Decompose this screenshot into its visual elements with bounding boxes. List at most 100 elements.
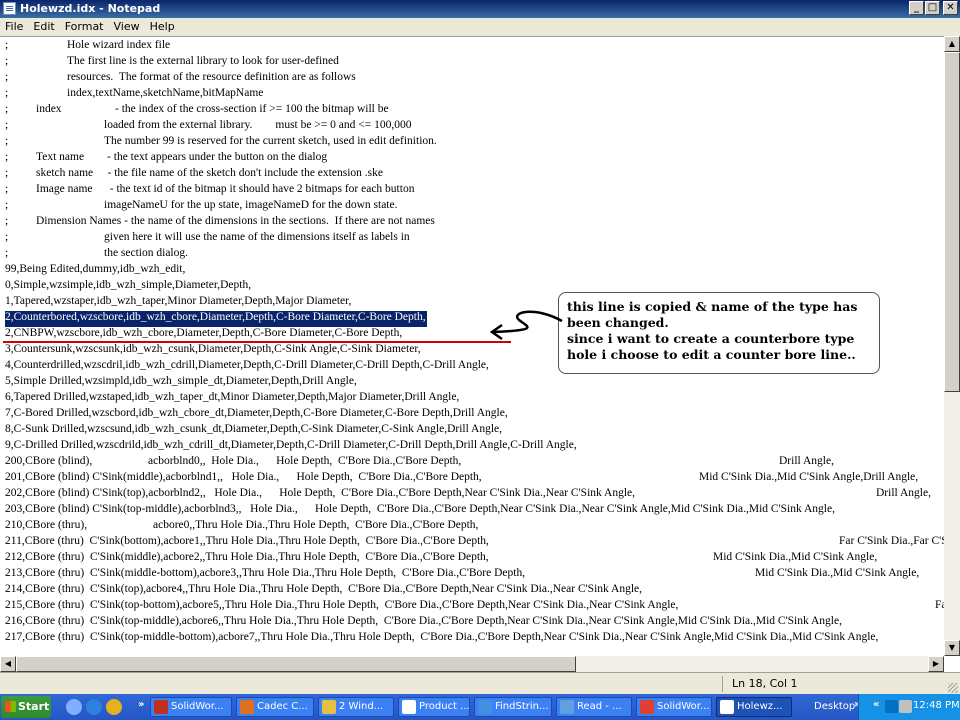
annotation-line: hole i choose to edit a counter bore lin… bbox=[567, 347, 856, 362]
scroll-right-button[interactable]: ▶ bbox=[928, 656, 944, 672]
scroll-up-button[interactable]: ▲ bbox=[944, 36, 960, 52]
text-segment: ; bbox=[5, 71, 9, 83]
start-button[interactable]: Start bbox=[1, 696, 51, 718]
taskbar-button[interactable]: SolidWor... bbox=[636, 697, 712, 717]
app-icon bbox=[560, 700, 574, 714]
text-segment: ; bbox=[5, 55, 9, 67]
text-segment: ; bbox=[5, 231, 9, 243]
text-segment: 201,CBore (blind) C'Sink(middle),acborbl… bbox=[5, 471, 482, 483]
text-segment: the section dialog. bbox=[104, 247, 188, 259]
text-segment: Image name - the text id of the bitmap i… bbox=[36, 183, 415, 195]
minimize-button[interactable]: _ bbox=[909, 1, 924, 15]
menu-bar: File Edit Format View Help bbox=[0, 18, 960, 36]
text-segment: 215,CBore (thru) C'Sink(top-bottom),acbo… bbox=[5, 599, 679, 611]
app-icon bbox=[322, 700, 336, 714]
app-icon bbox=[402, 700, 416, 714]
taskbar-button-label: FindStrin... bbox=[495, 701, 549, 712]
tray-network-icon[interactable] bbox=[885, 700, 898, 713]
notepad-icon[interactable] bbox=[3, 2, 16, 15]
text-segment: Mid C'Sink Dia.,Mid C'Sink Angle, bbox=[755, 567, 920, 579]
menu-file[interactable]: File bbox=[0, 18, 28, 36]
text-line: ; Dimension Names - the name of the dimen… bbox=[5, 215, 436, 231]
cursor-position: Ln 18, Col 1 bbox=[732, 677, 798, 690]
taskbar: Start » SolidWor... Cadec C... 2 Wind... Pr… bbox=[0, 694, 960, 720]
text-segment: ; bbox=[5, 135, 9, 147]
text-line: 202,CBore (blind) C'Sink(top),acborblnd2… bbox=[5, 487, 932, 503]
tray-expand-icon[interactable]: « bbox=[873, 699, 879, 710]
taskbar-button[interactable]: Cadec C... bbox=[236, 697, 314, 717]
menu-help[interactable]: Help bbox=[145, 18, 180, 36]
text-line: 4,Counterdrilled,wzscdril,idb_wzh_cdrill… bbox=[5, 359, 490, 375]
scroll-down-button[interactable]: ▼ bbox=[944, 640, 960, 656]
menu-format[interactable]: Format bbox=[60, 18, 109, 36]
taskbar-button[interactable]: Read - ... bbox=[556, 697, 632, 717]
resize-grip[interactable] bbox=[948, 683, 958, 693]
text-line: 9,C-Drilled Drilled,wzscdrild,idb_wzh_cd… bbox=[5, 439, 578, 455]
status-bar: Ln 18, Col 1 bbox=[0, 672, 960, 695]
window-controls: _ □ ✕ bbox=[909, 1, 958, 15]
taskbar-button[interactable]: Product ... bbox=[398, 697, 470, 717]
quicklaunch-chevron-icon[interactable]: » bbox=[138, 699, 144, 710]
text-segment: Drill Angle, bbox=[779, 455, 834, 467]
text-line: 5,Simple Drilled,wzsimpld,idb_wzh_simple… bbox=[5, 375, 358, 391]
taskbar-button-label: 2 Wind... bbox=[339, 701, 384, 712]
tray-volume-icon[interactable] bbox=[899, 700, 912, 713]
text-segment: 213,CBore (thru) C'Sink(middle-bottom),a… bbox=[5, 567, 526, 579]
text-segment: 212,CBore (thru) C'Sink(middle),acbore2,… bbox=[5, 551, 489, 563]
text-segment: The number 99 is reserved for the curren… bbox=[104, 135, 437, 147]
horizontal-scrollbar[interactable]: ◀ ▶ bbox=[0, 656, 944, 672]
annotation-callout: this line is copied & name of the type h… bbox=[558, 292, 880, 374]
text-line: 1,Tapered,wzstaper,idb_wzh_taper,Minor D… bbox=[5, 295, 352, 311]
title-bar[interactable]: Holewzd.idx - Notepad _ □ ✕ bbox=[0, 0, 960, 18]
text-segment: ; bbox=[5, 119, 9, 131]
text-segment: ; bbox=[5, 183, 9, 195]
text-line: 99,Being Edited,dummy,idb_wzh_edit, bbox=[5, 263, 186, 279]
text-line: 3,Countersunk,wzscsunk,idb_wzh_csunk,Dia… bbox=[5, 343, 422, 359]
quicklaunch-desktop-icon[interactable] bbox=[66, 699, 82, 715]
horizontal-scroll-thumb[interactable] bbox=[16, 656, 576, 672]
text-line: ; imageNameU for the up state, imageNameD… bbox=[5, 199, 398, 215]
text-segment: Text name - the text appears under the b… bbox=[36, 151, 328, 163]
text-segment: Far C'Sink Dia.,Far C'Sink Angle, bbox=[935, 599, 944, 611]
text-line: ; loaded from the external library. must … bbox=[5, 119, 413, 135]
quicklaunch-chrome-icon[interactable] bbox=[106, 699, 122, 715]
taskbar-button[interactable]: Holewz... bbox=[716, 697, 792, 717]
text-segment: 203,CBore (blind) C'Sink(top-middle),acb… bbox=[5, 503, 835, 515]
app-icon bbox=[478, 700, 492, 714]
taskbar-button[interactable]: FindStrin... bbox=[474, 697, 552, 717]
status-separator bbox=[722, 676, 723, 692]
app-icon bbox=[154, 700, 168, 714]
menu-edit[interactable]: Edit bbox=[28, 18, 59, 36]
text-segment: ; bbox=[5, 167, 9, 179]
taskbar-button[interactable]: SolidWor... bbox=[150, 697, 232, 717]
quicklaunch-ie-icon[interactable] bbox=[86, 699, 102, 715]
maximize-button[interactable]: □ bbox=[925, 1, 940, 15]
vertical-scrollbar[interactable]: ▲ ▼ bbox=[944, 36, 960, 656]
vertical-scroll-thumb[interactable] bbox=[944, 52, 960, 392]
text-line: ; The first line is the external library … bbox=[5, 55, 340, 71]
taskbar-button-label: Cadec C... bbox=[257, 701, 308, 712]
text-line: 213,CBore (thru) C'Sink(middle-bottom),a… bbox=[5, 567, 920, 583]
text-line: 217,CBore (thru) C'Sink(top-middle-botto… bbox=[5, 631, 879, 647]
text-segment: index,textName,sketchName,bitMapName bbox=[67, 87, 264, 99]
text-segment: Far C'Sink Dia.,Far C'Sink Angle, bbox=[839, 535, 944, 547]
text-line: 210,CBore (thru), acbore0,,Thru Hole Dia.… bbox=[5, 519, 479, 535]
text-segment: 8,C-Sunk Drilled,wzscsund,idb_wzh_csunk_… bbox=[5, 423, 503, 435]
text-line: 7,C-Bored Drilled,wzscbord,idb_wzh_cbore… bbox=[5, 407, 509, 423]
text-segment: index bbox=[36, 103, 62, 115]
close-button[interactable]: ✕ bbox=[943, 1, 958, 15]
text-segment: 99,Being Edited,dummy,idb_wzh_edit, bbox=[5, 263, 186, 275]
text-line: 2,CNBPW,wzscbore,idb_wzh_cbore,Diameter,… bbox=[5, 327, 403, 343]
scroll-left-button[interactable]: ◀ bbox=[0, 656, 16, 672]
taskbar-button-label: Read - ... bbox=[577, 701, 622, 712]
text-segment: 5,Simple Drilled,wzsimpld,idb_wzh_simple… bbox=[5, 375, 357, 387]
taskbar-button[interactable]: 2 Wind... bbox=[318, 697, 394, 717]
menu-view[interactable]: View bbox=[109, 18, 145, 36]
text-segment: Mid C'Sink Dia.,Mid C'Sink Angle,Drill A… bbox=[699, 471, 919, 483]
desktop-toolbar-label[interactable]: Desktop bbox=[814, 701, 855, 712]
text-segment: ; bbox=[5, 215, 9, 227]
text-line: ; given here it will use the name of the … bbox=[5, 231, 411, 247]
text-segment: sketch name - the file name of the sketc… bbox=[36, 167, 383, 179]
text-line: 214,CBore (thru) C'Sink(top),acbore4,,Th… bbox=[5, 583, 643, 599]
text-segment: 2,CNBPW,wzscbore,idb_wzh_cbore,Diameter,… bbox=[5, 327, 403, 339]
